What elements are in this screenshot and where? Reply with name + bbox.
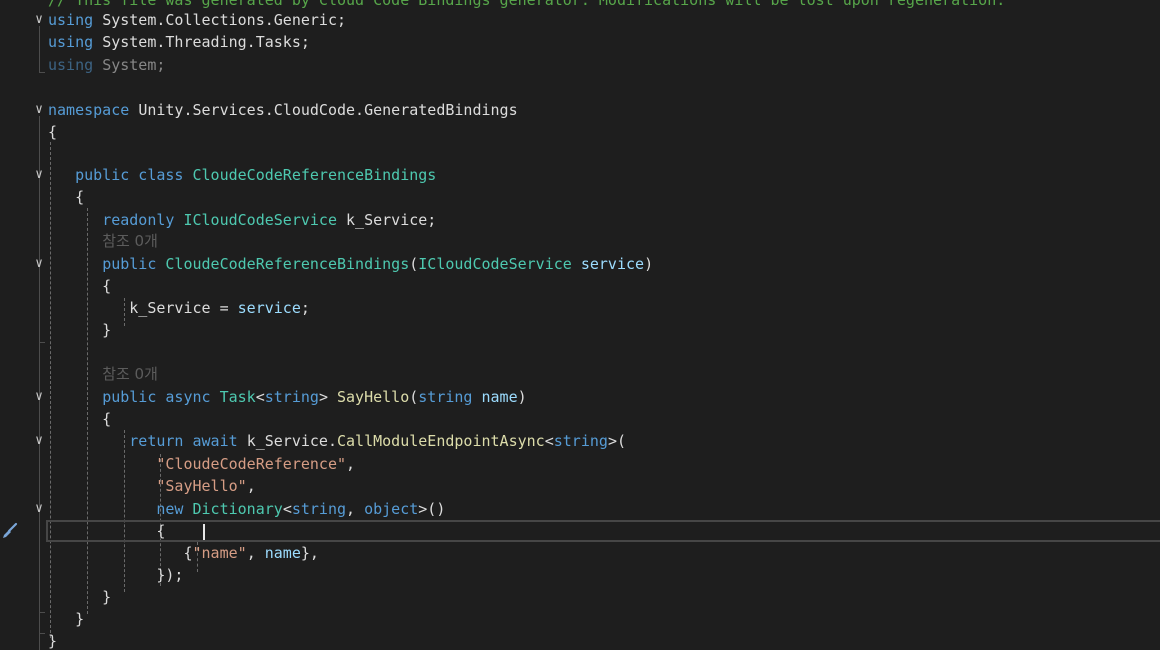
chevron-down-icon[interactable] <box>32 103 46 117</box>
namespace-name: Unity.Services.CloudCode.GeneratedBindin… <box>138 101 518 119</box>
class-name: CloudeCodeReferenceBindings <box>192 166 437 184</box>
outline-end <box>39 72 45 73</box>
chevron-down-icon[interactable] <box>32 168 46 182</box>
code-line: } <box>48 588 112 606</box>
header-comment: // This file was generated by Cloud Code… <box>48 0 1006 9</box>
code-line: return await k_Service.CallModuleEndpoin… <box>129 432 626 450</box>
code-line: 참조 0개 <box>48 230 1160 252</box>
code-line: public async Task<string> SayHello(strin… <box>102 388 527 406</box>
param-name: service <box>580 255 645 273</box>
outline-bar <box>39 26 40 72</box>
namespace-keyword: namespace <box>48 101 130 119</box>
codelens-reference-count[interactable]: 참조 0개 <box>102 232 158 250</box>
return-keyword: return <box>129 432 184 450</box>
code-line: new Dictionary<string, object>() <box>156 500 446 518</box>
code-editor[interactable]: // This file was generated by Cloud Code… <box>0 0 1160 650</box>
call-method: CallModuleEndpointAsync <box>337 432 545 450</box>
code-line: } <box>48 321 112 339</box>
outline-end <box>39 342 45 343</box>
outline-end <box>39 612 45 613</box>
chevron-down-icon[interactable] <box>32 390 46 404</box>
using-keyword: using <box>48 33 94 51</box>
constructor-name: CloudeCodeReferenceBindings <box>165 255 410 273</box>
await-keyword: await <box>192 432 238 450</box>
field-type: ICloudCodeService <box>183 211 337 229</box>
string-keyword: string <box>264 388 319 406</box>
outline-bar <box>39 116 40 650</box>
param-name: name <box>264 544 301 562</box>
return-type: Task <box>219 388 256 406</box>
public-keyword: public <box>102 255 157 273</box>
param-type: ICloudCodeService <box>418 255 572 273</box>
call-object: k_Service <box>246 432 328 450</box>
code-line: "SayHello", <box>156 477 256 495</box>
method-name: SayHello <box>337 388 410 406</box>
code-line: using System.Collections.Generic; <box>48 11 347 29</box>
code-line: public CloudeCodeReferenceBindings(IClou… <box>102 255 654 273</box>
code-line: } <box>48 632 58 650</box>
assign-target: k_Service <box>129 299 211 317</box>
using-namespace: System <box>102 56 157 74</box>
paint-brush-icon[interactable] <box>0 522 18 540</box>
code-line: using System.Threading.Tasks; <box>48 33 310 51</box>
chevron-down-icon[interactable] <box>32 434 46 448</box>
string-keyword: string <box>553 432 608 450</box>
using-namespace: System.Threading.Tasks <box>102 33 301 51</box>
code-line: { <box>48 277 112 295</box>
param-name: name <box>481 388 518 406</box>
assign-value: service <box>237 299 301 317</box>
string-literal: "CloudeCodeReference" <box>156 455 347 473</box>
chevron-down-icon[interactable] <box>32 502 46 516</box>
using-keyword: using <box>48 11 94 29</box>
code-line: "CloudeCodeReference", <box>156 455 356 473</box>
code-line: using System; <box>48 56 166 74</box>
chevron-down-icon[interactable] <box>32 257 46 271</box>
code-line: namespace Unity.Services.CloudCode.Gener… <box>48 99 1160 121</box>
field-name: k_Service; <box>346 211 437 229</box>
readonly-keyword: readonly <box>102 211 175 229</box>
dictionary-type: Dictionary <box>192 500 283 518</box>
code-line: { <box>48 410 112 428</box>
code-line: public class CloudeCodeReferenceBindings <box>48 164 1160 186</box>
code-line: { <box>48 123 58 141</box>
string-literal: "name" <box>192 544 247 562</box>
code-line: { <box>48 188 85 206</box>
using-keyword: using <box>48 56 94 74</box>
code-line: } <box>48 610 85 628</box>
new-keyword: new <box>156 500 184 518</box>
string-keyword: string <box>418 388 473 406</box>
code-line: }); <box>48 566 184 584</box>
code-line: k_Service = service; <box>129 299 310 317</box>
code-line: 참조 0개 <box>48 363 1160 385</box>
code-line: {"name", name}, <box>48 544 319 562</box>
string-keyword: string <box>291 500 347 518</box>
using-namespace: System.Collections.Generic <box>102 11 337 29</box>
outline-end <box>39 633 45 634</box>
code-line: { <box>48 522 166 540</box>
object-keyword: object <box>364 500 419 518</box>
class-modifiers: public class <box>75 166 184 184</box>
method-modifiers: public async <box>102 388 211 406</box>
string-literal: "SayHello" <box>156 477 247 495</box>
chevron-down-icon[interactable] <box>32 13 46 27</box>
codelens-reference-count[interactable]: 참조 0개 <box>102 365 158 383</box>
code-line: readonly ICloudCodeService k_Service; <box>48 209 1160 231</box>
